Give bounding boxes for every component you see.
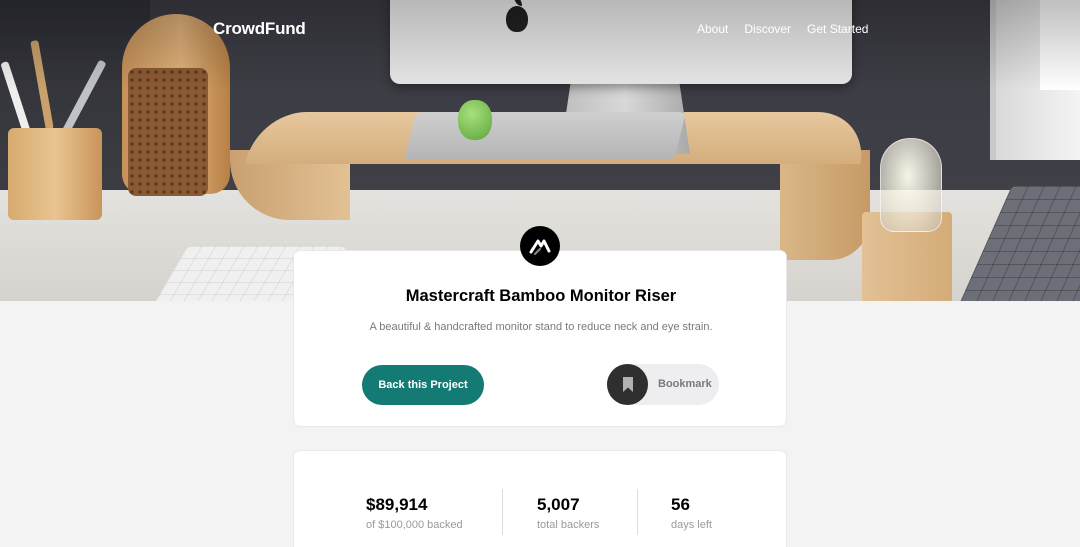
mastercraft-mark-icon bbox=[529, 239, 551, 255]
stat-amount-backed: $89,914 of $100,000 backed bbox=[366, 495, 463, 531]
project-card: Mastercraft Bamboo Monitor Riser A beaut… bbox=[293, 250, 787, 427]
stat-value: 5,007 bbox=[537, 495, 580, 514]
stat-divider bbox=[502, 489, 503, 535]
back-project-button[interactable]: Back this Project bbox=[362, 365, 484, 405]
bookmark-icon bbox=[622, 377, 633, 392]
bookmark-label: Bookmark bbox=[658, 378, 712, 390]
stat-value: 56 bbox=[671, 495, 690, 514]
stat-value: $89,914 bbox=[366, 495, 428, 514]
mastercraft-logo-icon bbox=[520, 226, 560, 266]
nav-link-discover[interactable]: Discover bbox=[744, 22, 791, 36]
stats-card: $89,914 of $100,000 backed 5,007 total b… bbox=[293, 450, 787, 547]
stat-label: days left bbox=[671, 519, 712, 531]
main-nav: About Discover Get Started bbox=[697, 22, 868, 36]
stat-days-left: 56 days left bbox=[671, 495, 712, 531]
bookmark-icon-circle bbox=[607, 364, 648, 405]
brand-logo[interactable]: CrowdFund bbox=[213, 19, 306, 39]
stat-label: total backers bbox=[537, 519, 600, 531]
stat-label: of $100,000 backed bbox=[366, 519, 463, 531]
nav-link-about[interactable]: About bbox=[697, 22, 728, 36]
stat-divider bbox=[637, 489, 638, 535]
nav-link-get-started[interactable]: Get Started bbox=[807, 22, 868, 36]
project-title: Mastercraft Bamboo Monitor Riser bbox=[405, 287, 677, 305]
project-description: A beautiful & handcrafted monitor stand … bbox=[369, 321, 713, 333]
stat-total-backers: 5,007 total backers bbox=[537, 495, 599, 531]
bookmark-button[interactable]: Bookmark bbox=[607, 364, 719, 405]
